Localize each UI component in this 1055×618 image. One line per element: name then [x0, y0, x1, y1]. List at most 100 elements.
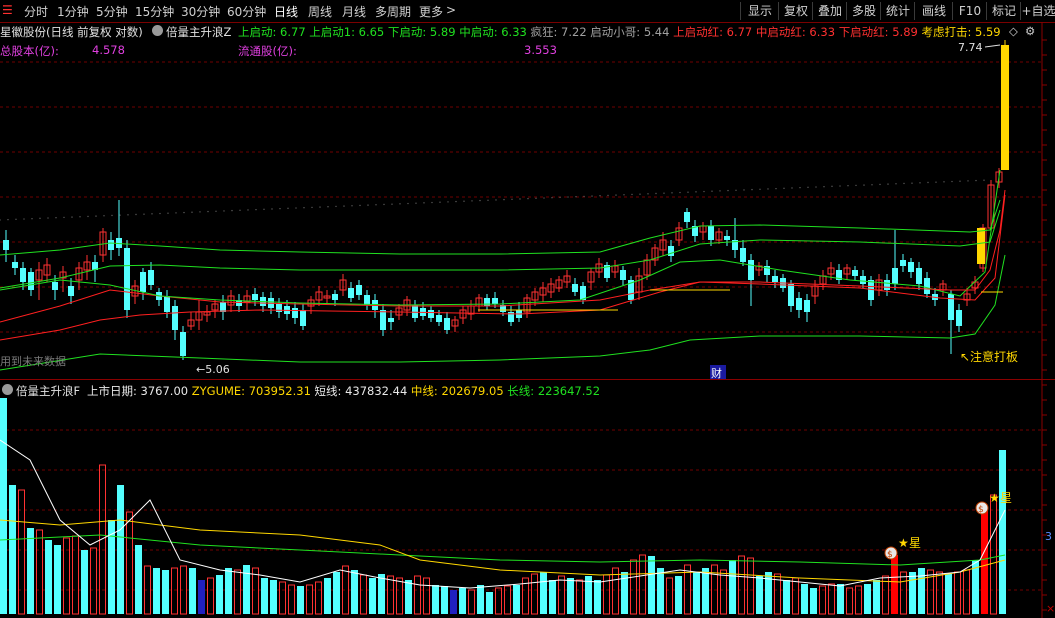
guide-dot: [751, 188, 753, 191]
guide-dot: [647, 193, 649, 195]
kline-chart[interactable]: 7.74←5.06用到未来数据财↖注意打板$★ 星$★ 星3×: [0, 0, 1055, 618]
guide-dot: [567, 196, 569, 198]
guide-dot: [71, 216, 73, 218]
volume-bar: [801, 584, 808, 614]
volume-bar: [198, 580, 205, 614]
sub-indicator-name[interactable]: 倍量主升浪F: [16, 383, 80, 399]
guide-dot: [735, 189, 737, 191]
volume-bar: [450, 590, 457, 614]
candle-body-down: [164, 296, 170, 312]
volume-bar: [441, 586, 448, 614]
guide-dot: [959, 180, 961, 182]
volume-bar: [54, 545, 61, 614]
volume-bar: [306, 584, 313, 615]
guide-dot: [111, 214, 113, 217]
volume-bar: [396, 577, 403, 615]
close-pane-icon: ×: [1046, 602, 1055, 615]
volume-bar: [513, 585, 520, 614]
volume-bar: [531, 573, 538, 615]
volume-bar: [378, 574, 385, 614]
guide-dot: [503, 198, 505, 201]
volume-bar: [216, 575, 223, 614]
volume-bar: [153, 568, 160, 614]
guide-dot: [911, 182, 913, 184]
guide-dot: [847, 185, 849, 187]
guide-dot: [95, 215, 97, 217]
guide-dot: [807, 186, 809, 189]
volume-bar: [738, 555, 745, 615]
guide-dot: [151, 213, 153, 215]
candle-body-down: [20, 268, 26, 282]
guide-dot: [463, 200, 465, 202]
candle-body-down: [3, 240, 9, 250]
volume-bar: [720, 569, 727, 615]
volume-bar: [864, 584, 871, 614]
guide-dot: [855, 184, 857, 187]
candle-body-down: [292, 308, 298, 318]
candle-body-down: [348, 288, 354, 298]
guide-dot: [775, 187, 777, 190]
guide-dot: [687, 191, 689, 193]
volume-bar: [702, 568, 709, 614]
volume-bar: [630, 559, 637, 615]
guide-dot: [359, 204, 361, 207]
candle-body-down: [68, 286, 74, 296]
volume-bar: [351, 570, 358, 614]
guide-dot: [607, 194, 609, 197]
volume-bar: [828, 583, 835, 615]
volume-bar: [117, 485, 124, 614]
candle-body-down: [28, 272, 34, 290]
guide-dot: [223, 210, 225, 212]
guide-dot: [887, 183, 889, 185]
guide-dot: [951, 180, 953, 183]
guide-dot: [935, 181, 937, 183]
pointer-line: [984, 44, 1001, 48]
volume-bar: [126, 511, 133, 615]
guide-dot: [23, 218, 25, 220]
guide-dot: [295, 207, 297, 209]
volume-bar: [756, 576, 763, 614]
candle-body-down: [852, 270, 858, 276]
board-note-label: ↖注意打板: [960, 349, 1018, 364]
candle-body-down: [436, 315, 442, 322]
guide-dot: [615, 194, 617, 196]
volume-bar: [324, 578, 331, 614]
candle-body-down: [684, 212, 690, 222]
candle-body-down: [724, 236, 730, 240]
guide-dot: [55, 217, 57, 219]
volume-bar: [18, 489, 25, 615]
guide-dot: [407, 202, 409, 205]
sub-indicator-values: 上市日期: 3767.00 ZYGUME: 703952.31 短线: 4378…: [87, 383, 600, 399]
guide-dot: [823, 186, 825, 188]
sub-indicator-value-4: 长线: 223647.52: [507, 384, 601, 398]
guide-dot: [743, 189, 745, 191]
low-price-label: ←5.06: [196, 363, 230, 376]
sub-indicator-settings-icon[interactable]: [2, 383, 13, 397]
guide-dot: [719, 190, 721, 192]
guide-dot: [439, 201, 441, 203]
volume-bar: [909, 572, 916, 614]
volume-bar: [414, 575, 421, 615]
volume-bar: [135, 545, 142, 614]
volume-bar: [459, 588, 466, 614]
guide-dot: [423, 202, 425, 204]
volume-bar: [954, 571, 961, 615]
volume-bar: [936, 571, 943, 615]
guide-dot: [767, 188, 769, 190]
guide-dot: [975, 179, 977, 182]
candle-body-down: [148, 270, 154, 285]
volume-bar: [675, 576, 682, 614]
candle-body-down: [380, 310, 386, 330]
guide-dot: [879, 183, 881, 186]
candle-body-down: [708, 226, 714, 240]
guide-dot: [119, 214, 121, 216]
guide-dot: [583, 195, 585, 198]
candle-body-down: [748, 260, 754, 280]
guide-dot: [103, 215, 105, 217]
guide-dot: [303, 207, 305, 209]
sub-indicator-value-1: ZYGUME: 703952.31: [191, 384, 315, 398]
guide-dot: [791, 187, 793, 189]
volume-bar: [333, 572, 340, 614]
guide-dot: [663, 192, 665, 194]
guide-dot: [871, 184, 873, 186]
